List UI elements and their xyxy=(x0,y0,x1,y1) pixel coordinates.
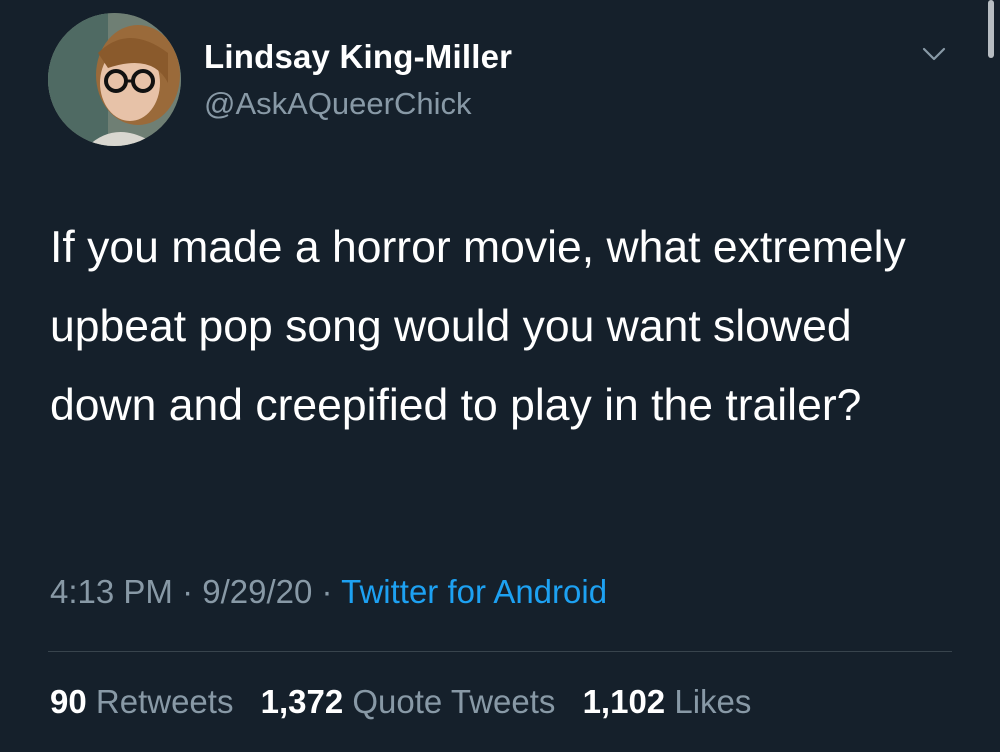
author-handle[interactable]: @AskAQueerChick xyxy=(204,86,472,122)
avatar[interactable] xyxy=(48,13,181,146)
scrollbar[interactable] xyxy=(988,0,994,58)
meta-separator: · xyxy=(182,573,194,610)
profile-photo-icon xyxy=(48,13,181,146)
engagement-stats: 90 Retweets 1,372 Quote Tweets 1,102 Lik… xyxy=(50,683,769,721)
chevron-down-icon[interactable] xyxy=(918,42,950,66)
quote-tweets-label: Quote Tweets xyxy=(352,683,556,720)
tweet-time[interactable]: 4:13 PM xyxy=(50,573,173,610)
likes-count: 1,102 xyxy=(582,683,666,720)
retweets-count: 90 xyxy=(50,683,87,720)
quote-tweets-count: 1,372 xyxy=(260,683,344,720)
likes-stat[interactable]: 1,102 Likes xyxy=(583,683,752,720)
tweet-text: If you made a horror movie, what extreme… xyxy=(50,223,906,430)
quote-tweets-stat[interactable]: 1,372 Quote Tweets xyxy=(261,683,565,720)
tweet-source-link[interactable]: Twitter for Android xyxy=(341,573,607,610)
author-display-name[interactable]: Lindsay King-Miller xyxy=(204,38,512,76)
retweets-stat[interactable]: 90 Retweets xyxy=(50,683,243,720)
retweets-label: Retweets xyxy=(95,683,234,720)
tweet-meta: 4:13 PM · 9/29/20 · Twitter for Android xyxy=(50,573,607,611)
tweet-date[interactable]: 9/29/20 xyxy=(202,573,312,610)
likes-label: Likes xyxy=(674,683,752,720)
meta-separator: · xyxy=(321,573,333,610)
divider xyxy=(48,651,952,652)
